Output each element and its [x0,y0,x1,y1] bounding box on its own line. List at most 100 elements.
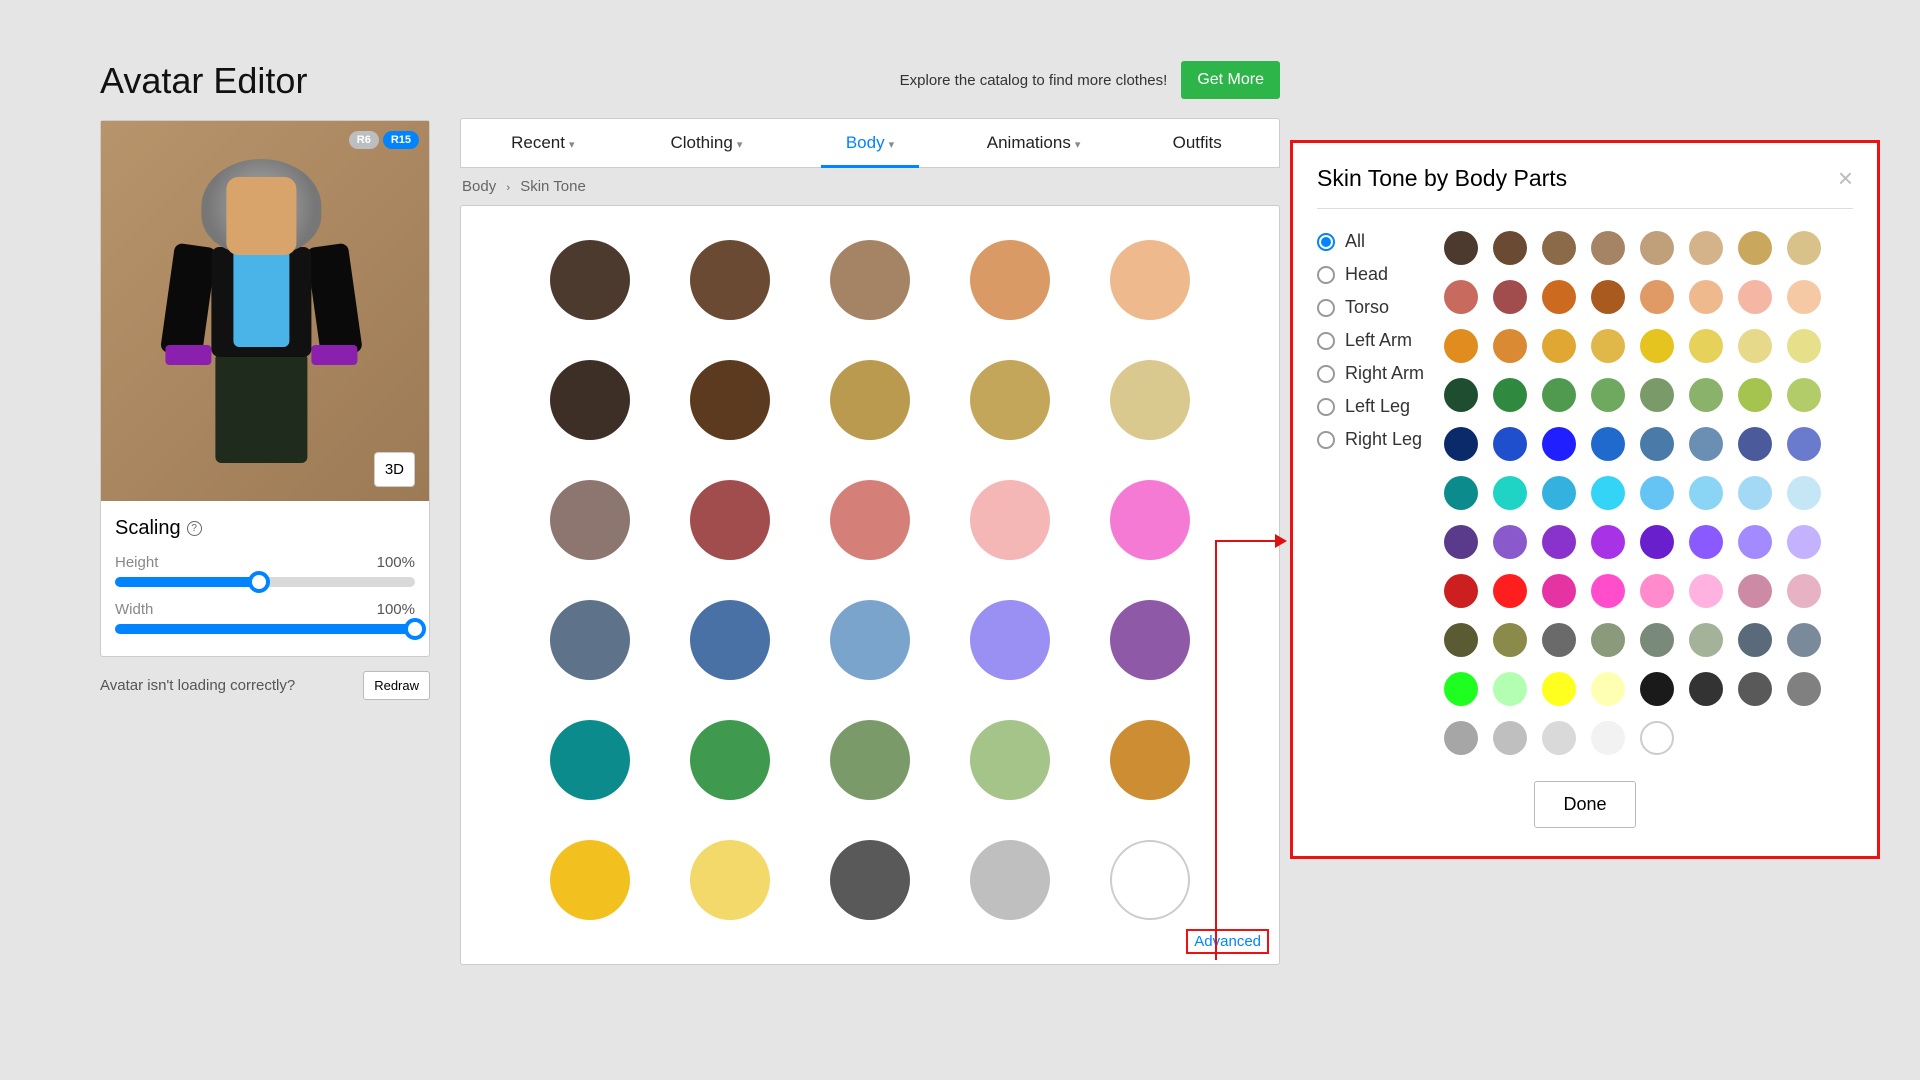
color-swatch[interactable] [1110,720,1190,800]
color-swatch-small[interactable] [1591,476,1625,510]
color-swatch[interactable] [970,720,1050,800]
tab-body[interactable]: Body▾ [788,119,952,167]
color-swatch-small[interactable] [1493,280,1527,314]
color-swatch-small[interactable] [1591,623,1625,657]
color-swatch-small[interactable] [1640,476,1674,510]
color-swatch[interactable] [830,840,910,920]
color-swatch-small[interactable] [1444,378,1478,412]
color-swatch[interactable] [690,720,770,800]
color-swatch-small[interactable] [1689,525,1723,559]
color-swatch-small[interactable] [1542,378,1576,412]
color-swatch-small[interactable] [1444,672,1478,706]
color-swatch-small[interactable] [1493,378,1527,412]
color-swatch[interactable] [1110,240,1190,320]
color-swatch-small[interactable] [1787,476,1821,510]
color-swatch-small[interactable] [1542,280,1576,314]
rig-r15-badge[interactable]: R15 [383,131,419,149]
rig-r6-badge[interactable]: R6 [349,131,379,149]
color-swatch[interactable] [830,480,910,560]
color-swatch-small[interactable] [1640,280,1674,314]
color-swatch[interactable] [970,240,1050,320]
color-swatch-small[interactable] [1493,672,1527,706]
color-swatch-small[interactable] [1738,672,1772,706]
color-swatch[interactable] [550,720,630,800]
color-swatch-small[interactable] [1738,574,1772,608]
color-swatch-small[interactable] [1689,574,1723,608]
color-swatch-small[interactable] [1591,378,1625,412]
color-swatch-small[interactable] [1444,329,1478,363]
color-swatch-small[interactable] [1689,231,1723,265]
tab-outfits[interactable]: Outfits [1115,119,1279,167]
color-swatch-small[interactable] [1640,525,1674,559]
redraw-button[interactable]: Redraw [363,671,430,700]
color-swatch-small[interactable] [1787,525,1821,559]
color-swatch-small[interactable] [1542,623,1576,657]
color-swatch[interactable] [690,360,770,440]
color-swatch[interactable] [830,360,910,440]
color-swatch[interactable] [550,600,630,680]
body-part-option[interactable]: Right Leg [1317,429,1424,450]
color-swatch-small[interactable] [1444,721,1478,755]
info-icon[interactable]: ? [187,521,202,536]
color-swatch[interactable] [550,840,630,920]
color-swatch-small[interactable] [1689,280,1723,314]
tab-clothing[interactable]: Clothing▾ [625,119,789,167]
color-swatch-small[interactable] [1542,329,1576,363]
height-slider[interactable] [115,577,415,587]
color-swatch-small[interactable] [1689,623,1723,657]
color-swatch-small[interactable] [1738,280,1772,314]
color-swatch-small[interactable] [1542,574,1576,608]
color-swatch-small[interactable] [1738,427,1772,461]
color-swatch-small[interactable] [1689,476,1723,510]
color-swatch-small[interactable] [1591,721,1625,755]
color-swatch[interactable] [970,840,1050,920]
color-swatch-small[interactable] [1493,231,1527,265]
color-swatch[interactable] [690,840,770,920]
color-swatch-small[interactable] [1591,574,1625,608]
color-swatch-small[interactable] [1542,427,1576,461]
color-swatch-small[interactable] [1787,427,1821,461]
breadcrumb-root[interactable]: Body [462,178,496,195]
color-swatch-small[interactable] [1591,427,1625,461]
color-swatch-small[interactable] [1444,525,1478,559]
color-swatch[interactable] [830,600,910,680]
color-swatch-small[interactable] [1738,378,1772,412]
color-swatch[interactable] [690,240,770,320]
color-swatch-small[interactable] [1542,231,1576,265]
color-swatch-small[interactable] [1591,231,1625,265]
color-swatch[interactable] [970,600,1050,680]
color-swatch-small[interactable] [1493,623,1527,657]
color-swatch[interactable] [1110,480,1190,560]
color-swatch[interactable] [550,480,630,560]
color-swatch-small[interactable] [1640,378,1674,412]
color-swatch[interactable] [690,480,770,560]
width-slider[interactable] [115,624,415,634]
view-3d-button[interactable]: 3D [374,452,415,487]
color-swatch-small[interactable] [1444,231,1478,265]
color-swatch-small[interactable] [1689,427,1723,461]
color-swatch[interactable] [830,720,910,800]
color-swatch-small[interactable] [1591,672,1625,706]
color-swatch-small[interactable] [1542,476,1576,510]
color-swatch-small[interactable] [1787,329,1821,363]
color-swatch-small[interactable] [1591,525,1625,559]
color-swatch-small[interactable] [1640,623,1674,657]
body-part-option[interactable]: Left Arm [1317,330,1424,351]
color-swatch-small[interactable] [1493,574,1527,608]
color-swatch-small[interactable] [1493,427,1527,461]
color-swatch-small[interactable] [1444,476,1478,510]
color-swatch-small[interactable] [1787,672,1821,706]
tab-recent[interactable]: Recent▾ [461,119,625,167]
color-swatch-small[interactable] [1689,378,1723,412]
body-part-option[interactable]: All [1317,231,1424,252]
color-swatch-small[interactable] [1493,329,1527,363]
color-swatch-small[interactable] [1640,672,1674,706]
color-swatch-small[interactable] [1542,672,1576,706]
body-part-option[interactable]: Left Leg [1317,396,1424,417]
color-swatch[interactable] [550,360,630,440]
color-swatch-small[interactable] [1640,231,1674,265]
done-button[interactable]: Done [1534,781,1635,828]
color-swatch-small[interactable] [1787,280,1821,314]
color-swatch-small[interactable] [1787,574,1821,608]
color-swatch-small[interactable] [1640,574,1674,608]
